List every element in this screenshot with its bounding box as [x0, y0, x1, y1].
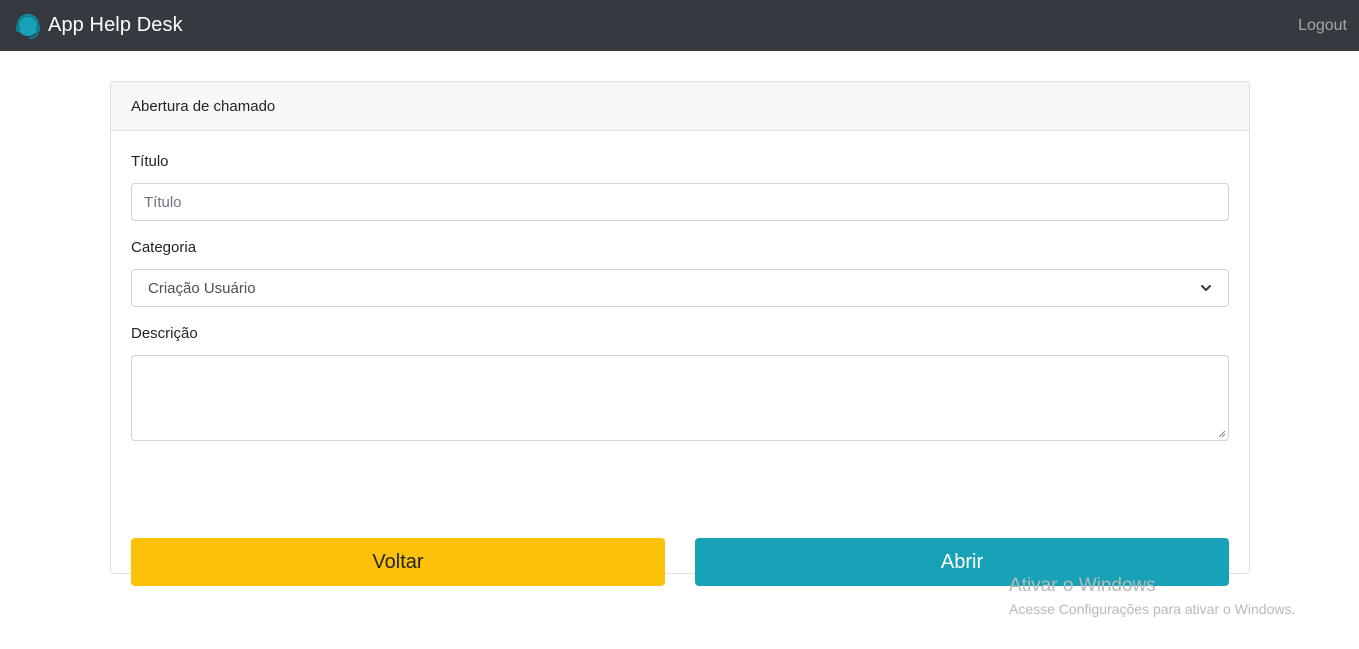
headset-icon [16, 13, 40, 39]
brand[interactable]: App Help Desk [14, 12, 183, 40]
titulo-placeholder: Título [144, 193, 182, 211]
top-navbar: App Help Desk Logout [0, 0, 1359, 51]
card-header: Abertura de chamado [111, 82, 1249, 131]
categoria-select[interactable]: Criação Usuário [131, 269, 1229, 307]
logout-link[interactable]: Logout [1298, 17, 1347, 35]
windows-activation-watermark: Ativar o Windows Acesse Configurações pa… [1009, 575, 1295, 617]
resize-handle-icon[interactable] [1218, 430, 1226, 438]
voltar-button[interactable]: Voltar [131, 538, 665, 586]
chevron-down-icon [1201, 285, 1211, 291]
watermark-subtitle: Acesse Configurações para ativar o Windo… [1009, 601, 1296, 617]
watermark-title: Ativar o Windows [1009, 575, 1156, 596]
descricao-label: Descrição [131, 325, 198, 342]
titulo-label: Título [131, 153, 169, 170]
descricao-textarea[interactable] [131, 355, 1229, 441]
brand-title: App Help Desk [48, 14, 183, 36]
ticket-card: Abertura de chamado Título Título Catego… [110, 81, 1250, 586]
titulo-input[interactable]: Título [131, 183, 1229, 221]
categoria-label: Categoria [131, 239, 197, 256]
categoria-selected-value: Criação Usuário [148, 279, 256, 297]
